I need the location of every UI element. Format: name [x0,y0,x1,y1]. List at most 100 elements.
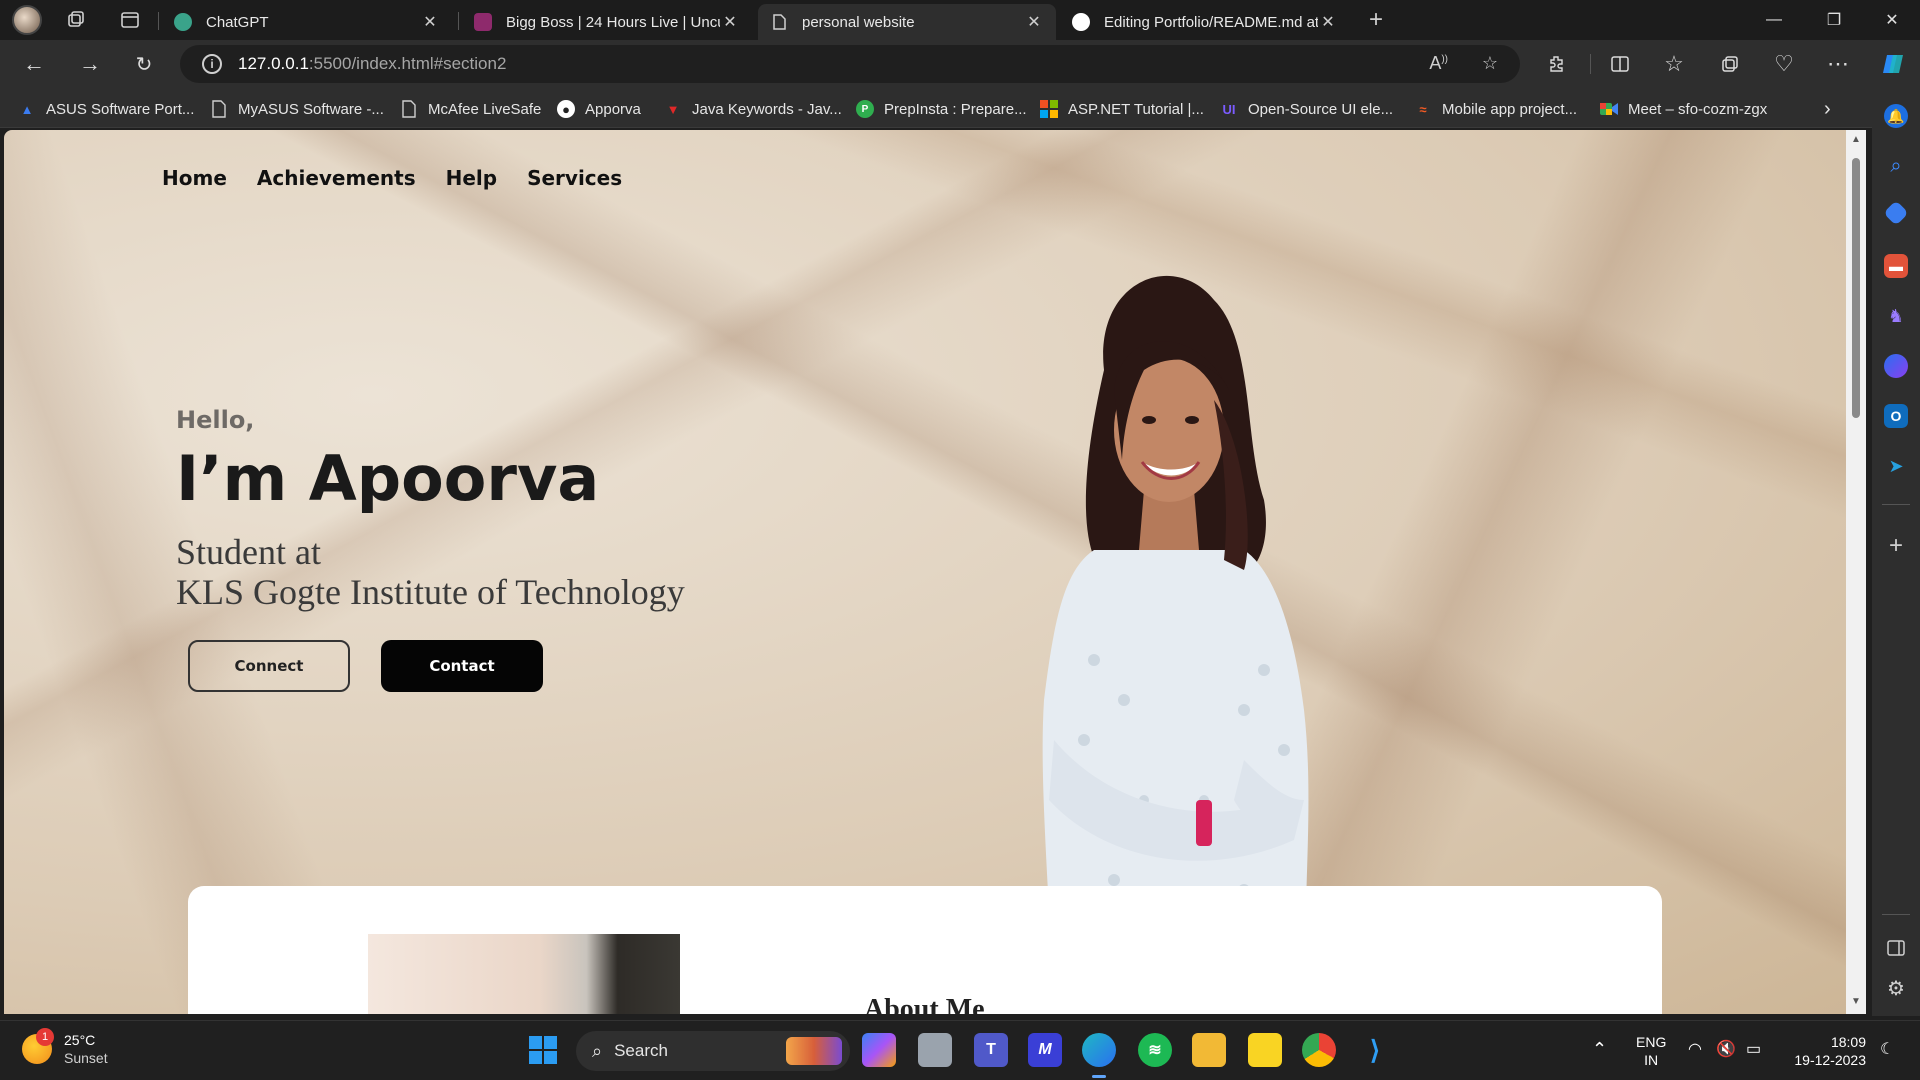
language-indicator[interactable]: ENG IN [1636,1033,1666,1069]
add-sidebar-app-icon[interactable]: + [1884,532,1908,559]
profile-avatar[interactable] [12,5,42,35]
sidebar-settings-gear-icon[interactable]: ⚙ [1884,976,1908,1000]
search-icon[interactable]: ⌕ [1884,154,1908,178]
windows-icon [1040,100,1058,118]
spotify-icon[interactable]: ≋ [1138,1033,1172,1067]
tab-bigg-boss[interactable]: Bigg Boss | 24 Hours Live | Uncut ✕ [462,4,752,40]
extensions-icon[interactable] [1540,48,1576,80]
copilot-icon[interactable] [1876,48,1912,80]
workspaces-icon[interactable] [62,6,90,34]
close-tab-icon[interactable]: ✕ [1318,12,1338,32]
bookmark-aspnet[interactable]: ASP.NET Tutorial |... [1040,98,1204,120]
search-placeholder: Search [614,1041,668,1060]
notification-center-icon[interactable]: ☾ [1880,1039,1894,1059]
clock[interactable]: 18:09 19-12-2023 [1788,1033,1866,1069]
favorite-star-icon[interactable]: ☆ [1482,53,1498,74]
weather-widget[interactable]: 1 25°C Sunset [22,1028,108,1067]
favorites-icon[interactable]: ☆ [1656,48,1692,80]
bookmark-meet[interactable]: Meet – sfo-cozm-zgx [1600,98,1767,120]
hide-sidebar-icon[interactable] [1884,936,1908,960]
site-navigation: Home Achievements Help Services [162,166,622,190]
restore-icon[interactable]: ❐ [1806,0,1862,40]
shopping-tag-icon[interactable] [1883,200,1909,226]
windows-start-icon[interactable] [526,1033,560,1067]
nav-home-link[interactable]: Home [162,166,227,190]
clock-date: 19-12-2023 [1794,1052,1866,1068]
taskbar-search-input[interactable]: ⌕ Search [576,1031,850,1071]
scroll-up-arrow-icon[interactable]: ▲ [1850,134,1862,145]
jiocinema-icon [474,13,492,31]
collections-icon[interactable] [1712,48,1748,80]
about-photo-image [368,934,680,1014]
scroll-down-arrow-icon[interactable]: ▼ [1850,996,1862,1007]
copilot-taskbar-icon[interactable] [862,1033,896,1067]
file-explorer-icon[interactable] [1192,1033,1226,1067]
close-tab-icon[interactable]: ✕ [720,12,740,32]
bookmark-label: ASP.NET Tutorial |... [1068,100,1204,118]
notifications-bell-icon[interactable]: 🔔 [1884,104,1908,128]
split-screen-icon[interactable] [1602,48,1638,80]
url-text[interactable]: 127.0.0.1:5500/index.html#section2 [238,54,506,74]
clock-time: 18:09 [1830,1034,1866,1050]
nav-achievements-link[interactable]: Achievements [257,166,416,190]
bookmark-label: Mobile app project... [1442,100,1578,118]
chrome-icon[interactable] [1302,1033,1336,1067]
hero-role-line-2: KLS Gogte Institute of Technology [176,572,685,612]
bookmark-mcafee[interactable]: McAfee LiveSafe [400,98,541,120]
weather-sun-icon: 1 [22,1028,54,1064]
forward-icon[interactable]: → [72,48,108,80]
browser-essentials-icon[interactable]: ♡ [1766,48,1802,80]
more-bookmarks-chevron-icon[interactable]: › [1824,98,1831,120]
bookmark-myasus[interactable]: MyASUS Software -... [210,98,384,120]
close-window-icon[interactable]: ✕ [1864,0,1920,40]
games-icon[interactable]: ♞ [1884,304,1908,328]
tab-personal-website[interactable]: personal website ✕ [758,4,1056,40]
show-hidden-icons-chevron-icon[interactable]: ⌃ [1592,1039,1607,1060]
contact-button[interactable]: Contact [381,640,543,692]
bookmark-prepinsta[interactable]: P PrepInsta : Prepare... [856,98,1027,120]
page-scrollbar[interactable]: ▲ ▼ [1846,130,1866,1014]
about-section-card: About Me [188,886,1662,1014]
tools-briefcase-icon[interactable]: ▬ [1884,254,1908,278]
read-aloud-icon[interactable]: A)) [1429,53,1448,74]
tab-chatgpt[interactable]: ChatGPT ✕ [162,4,452,40]
teams-icon[interactable]: T [974,1033,1008,1067]
bookmark-mobile-app[interactable]: ≈ Mobile app project... [1414,98,1577,120]
copilot-sidebar-icon[interactable] [1884,354,1908,378]
scroll-thumb[interactable] [1852,158,1860,418]
wifi-icon[interactable]: ◠ [1688,1039,1702,1059]
task-view-icon[interactable] [918,1033,952,1067]
site-info-icon[interactable]: i [202,54,222,74]
url-host: 127.0.0.1 [238,54,309,73]
close-tab-icon[interactable]: ✕ [420,12,440,32]
drop-send-icon[interactable]: ➤ [1884,454,1908,478]
sticky-notes-icon[interactable] [1248,1033,1282,1067]
tab-github-readme[interactable]: Editing Portfolio/README.md at ✕ [1060,4,1350,40]
vertical-tabs-icon[interactable] [116,6,144,34]
bookmark-apporva[interactable]: ● Apporva [557,98,641,120]
back-icon[interactable]: ← [16,48,52,80]
app-m-icon[interactable]: M [1028,1033,1062,1067]
bookmark-asus[interactable]: ▲ ASUS Software Port... [18,98,195,120]
nav-help-link[interactable]: Help [446,166,497,190]
settings-more-icon[interactable]: ⋯ [1820,48,1856,80]
battery-icon[interactable]: ▭ [1746,1039,1761,1059]
edge-icon[interactable] [1082,1033,1116,1067]
refresh-icon[interactable]: ↻ [126,48,162,80]
hero-greeting: Hello, [176,406,255,434]
nav-services-link[interactable]: Services [527,166,622,190]
vscode-icon[interactable]: ⟩ [1358,1033,1392,1067]
address-bar[interactable]: i 127.0.0.1:5500/index.html#section2 A))… [180,45,1520,83]
bookmark-java-keywords[interactable]: ▼ Java Keywords - Jav... [664,98,842,120]
new-tab-icon[interactable]: + [1362,6,1390,34]
java-icon: ▼ [666,101,680,117]
minimize-icon[interactable]: — [1746,0,1802,40]
language-line-1: ENG [1636,1034,1667,1050]
close-tab-icon[interactable]: ✕ [1024,12,1044,32]
bookmark-uiverse[interactable]: UI Open-Source UI ele... [1220,98,1394,120]
connect-button[interactable]: Connect [188,640,350,692]
windows-taskbar: 1 25°C Sunset ⌕ Search T M ≋ ⟩ ⌃ ENG IN … [0,1020,1920,1080]
search-highlight-image [786,1037,842,1065]
outlook-icon[interactable]: O [1884,404,1908,428]
volume-muted-icon[interactable]: 🔇 [1716,1039,1736,1059]
